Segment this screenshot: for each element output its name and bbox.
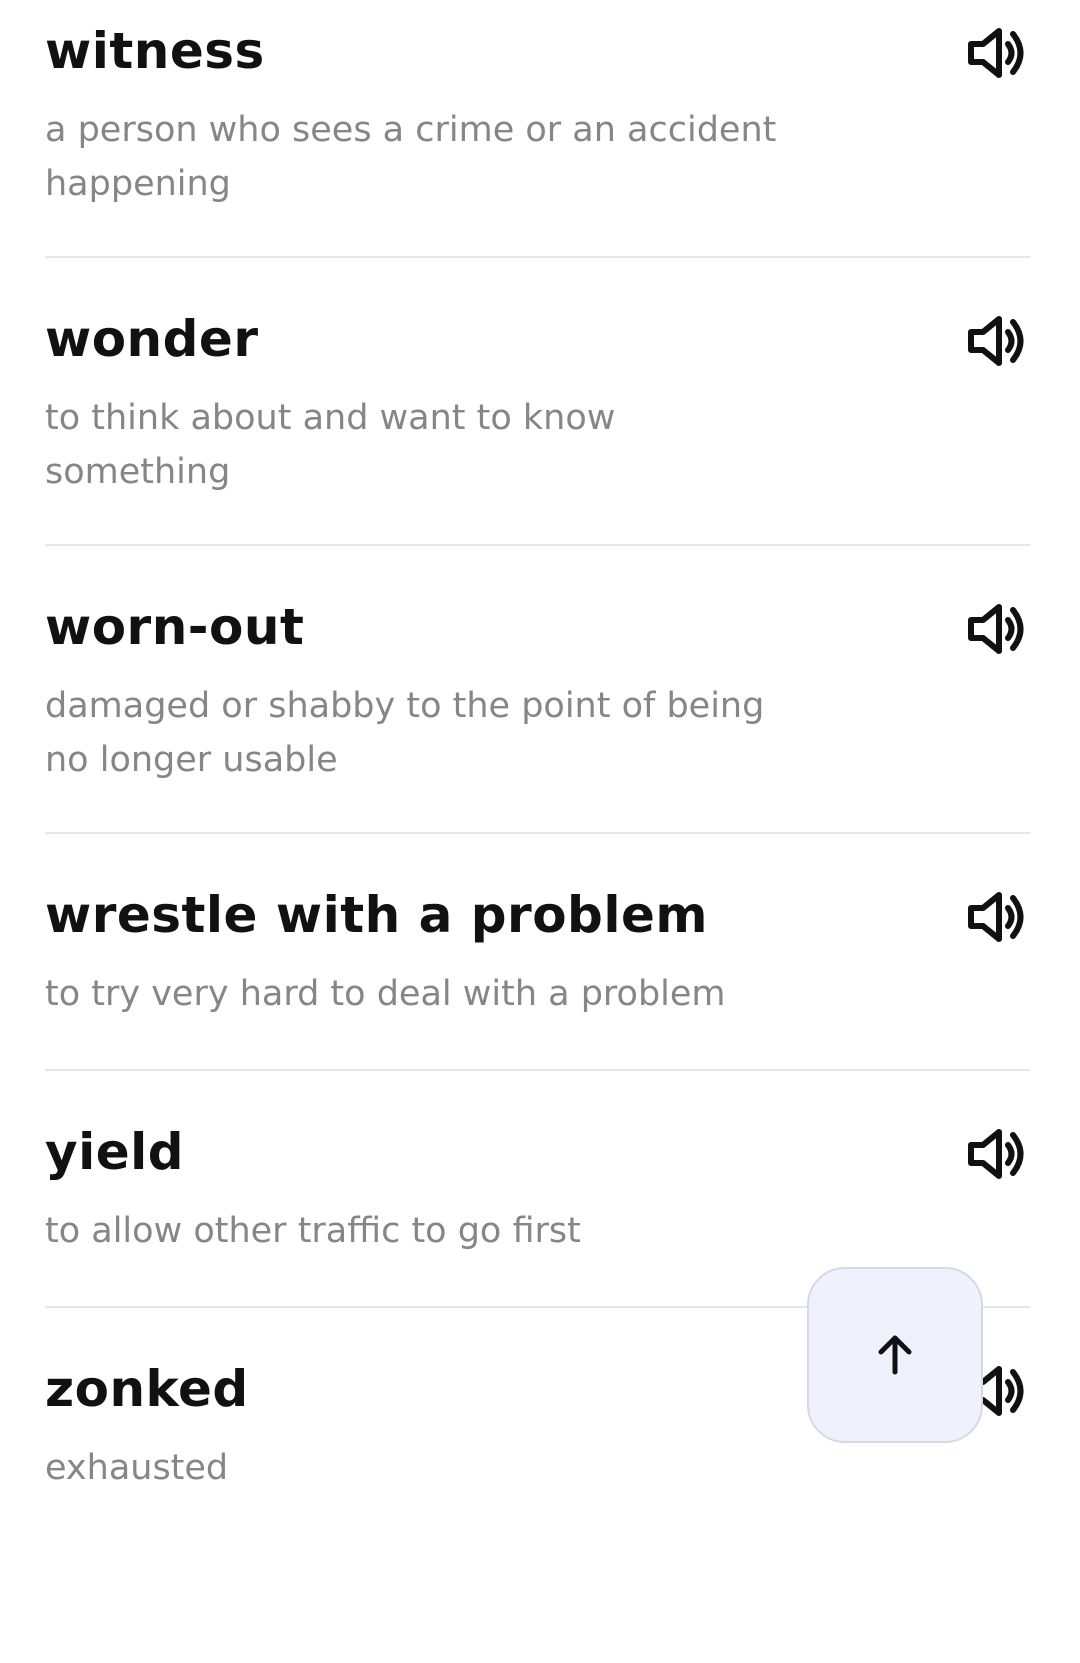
speaker-icon	[966, 313, 1030, 369]
entry-definition: a person who sees a crime or an accident…	[45, 110, 777, 204]
arrow-up-icon	[872, 1332, 918, 1378]
scroll-to-top-button[interactable]	[807, 1267, 983, 1443]
entry-definition: to think about and want to know somethin…	[45, 398, 616, 492]
play-audio-button[interactable]	[966, 601, 1030, 657]
speaker-icon	[966, 889, 1030, 945]
entry-term: worn-out	[45, 598, 305, 656]
glossary-entry: worn-out damaged or shabby to the point …	[45, 546, 1030, 834]
glossary-entry: wrestle with a problem to try very hard …	[45, 834, 1030, 1071]
speaker-icon	[966, 601, 1030, 657]
play-audio-button[interactable]	[966, 889, 1030, 945]
entry-definition: exhausted	[45, 1448, 229, 1488]
entry-definition: to allow other traffic to go first	[45, 1211, 581, 1251]
entry-definition: damaged or shabby to the point of being …	[45, 686, 765, 780]
play-audio-button[interactable]	[966, 313, 1030, 369]
glossary-entry: wonder to think about and want to know s…	[45, 258, 1030, 546]
speaker-icon	[966, 1126, 1030, 1182]
entry-term: witness	[45, 22, 265, 80]
glossary-entry: witness a person who sees a crime or an …	[45, 0, 1030, 258]
play-audio-button[interactable]	[966, 1126, 1030, 1182]
play-audio-button[interactable]	[966, 25, 1030, 81]
speaker-icon	[966, 25, 1030, 81]
entry-term: wrestle with a problem	[45, 886, 709, 944]
entry-term: wonder	[45, 310, 259, 368]
entry-definition: to try very hard to deal with a problem	[45, 974, 726, 1014]
entry-term: yield	[45, 1123, 185, 1181]
entry-term: zonked	[45, 1360, 249, 1418]
